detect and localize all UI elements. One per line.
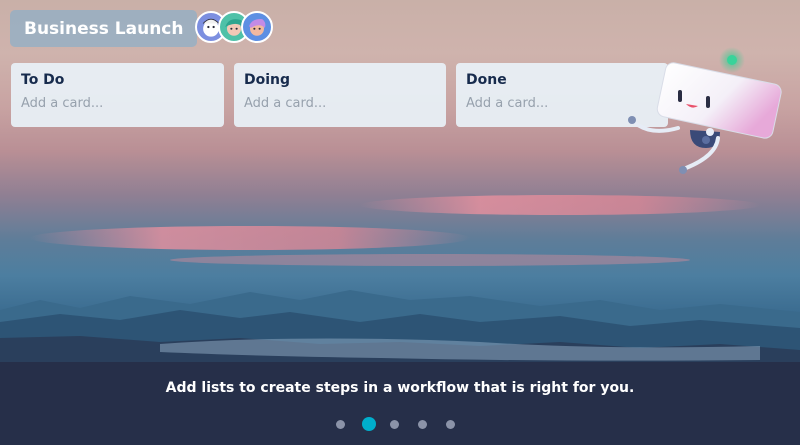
board-title-button[interactable]: Business Launch xyxy=(10,10,198,47)
list-title: To Do xyxy=(21,72,65,88)
pagination-dot-4[interactable] xyxy=(418,419,427,429)
list-doing[interactable]: Doing Add a card... xyxy=(234,63,446,127)
pagination-dot-5[interactable] xyxy=(446,419,455,429)
list-title: Doing xyxy=(244,72,291,88)
pagination-dot-2-active[interactable] xyxy=(362,417,376,431)
robot-mascot-illustration xyxy=(628,47,782,174)
pagination-dot-1[interactable] xyxy=(336,419,345,429)
pagination-dot-3[interactable] xyxy=(390,419,399,429)
pagination-dots xyxy=(336,417,474,431)
add-card-input[interactable]: Add a card... xyxy=(244,96,436,111)
bottom-caption-bar xyxy=(0,362,800,445)
member-avatars xyxy=(195,11,273,43)
add-card-input[interactable]: Add a card... xyxy=(21,96,214,111)
list-todo[interactable]: To Do Add a card... xyxy=(11,63,224,127)
board-title: Business Launch xyxy=(24,18,184,39)
tutorial-caption: Add lists to create steps in a workflow … xyxy=(165,380,635,396)
member-avatar-3[interactable] xyxy=(241,11,273,43)
avatar-icon xyxy=(249,19,266,36)
